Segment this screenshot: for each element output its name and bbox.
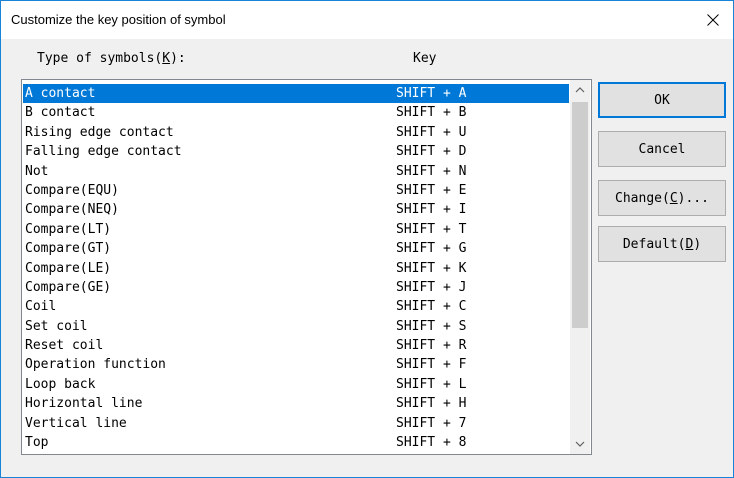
symbol-key: SHIFT + H — [396, 396, 467, 412]
symbol-key: SHIFT + G — [396, 241, 467, 257]
symbol-key: SHIFT + T — [396, 221, 467, 237]
symbol-name: Compare(EQU) — [25, 182, 119, 198]
symbol-name: A contact — [25, 86, 96, 101]
symbol-key: SHIFT + 7 — [396, 415, 467, 431]
symbol-key: SHIFT + B — [396, 105, 467, 121]
symbol-name: Compare(GE) — [25, 279, 112, 295]
list-item[interactable]: Compare(LT) SHIFT + T — [23, 220, 569, 239]
list-item[interactable]: Not SHIFT + N — [23, 162, 569, 181]
list-item[interactable]: Horizontal line SHIFT + H — [23, 394, 569, 413]
title-bar: Customize the key position of symbol — [1, 1, 733, 39]
customize-key-dialog: Customize the key position of symbol Typ… — [0, 0, 734, 478]
symbol-name: Falling edge contact — [25, 144, 182, 160]
list-item[interactable]: A contact SHIFT + A — [23, 84, 569, 104]
symbol-key-listbox[interactable]: A contact SHIFT + A B contact SHIFT + B Risi… — [21, 79, 592, 455]
list-item[interactable]: Reset coil SHIFT + R — [23, 336, 569, 355]
list-item[interactable]: Coil SHIFT + C — [23, 297, 569, 316]
symbol-key: SHIFT + I — [396, 202, 467, 218]
symbol-name: Set coil — [25, 318, 88, 334]
symbol-key: SHIFT + S — [396, 318, 467, 334]
symbol-name: Compare(LT) — [25, 221, 112, 237]
list-item[interactable]: Compare(NEQ) SHIFT + I — [23, 200, 569, 219]
symbol-name: Vertical line — [25, 415, 127, 431]
symbol-key: SHIFT + L — [396, 376, 467, 392]
list-item[interactable]: Operation function SHIFT + F — [23, 355, 569, 374]
symbol-name: Compare(NEQ) — [25, 202, 119, 218]
list-item[interactable]: Compare(GE) SHIFT + J — [23, 278, 569, 297]
symbol-key: SHIFT + A — [396, 86, 467, 101]
symbol-key: SHIFT + R — [396, 338, 467, 354]
chevron-up-icon — [575, 87, 585, 93]
symbol-name: Rising edge contact — [25, 124, 174, 140]
symbol-key: SHIFT + E — [396, 182, 467, 198]
key-column-header: Key — [413, 51, 437, 66]
symbol-name: Reset coil — [25, 338, 104, 354]
symbol-name: Horizontal line — [25, 396, 143, 412]
list-item[interactable]: Compare(EQU) SHIFT + E — [23, 181, 569, 200]
symbol-name: B contact — [25, 105, 96, 121]
symbol-name: Coil — [25, 299, 57, 315]
chevron-down-icon — [575, 441, 585, 447]
symbol-name: Operation function — [25, 357, 166, 373]
symbol-key: SHIFT + 8 — [396, 435, 467, 451]
close-icon — [707, 14, 719, 26]
list-item[interactable]: B contact SHIFT + B — [23, 103, 569, 122]
list-item[interactable]: Loop back SHIFT + L — [23, 375, 569, 394]
symbol-name: Loop back — [25, 376, 96, 392]
scroll-up-button[interactable] — [570, 80, 590, 100]
list-item[interactable]: Top SHIFT + 8 — [23, 433, 569, 452]
scrollbar-thumb[interactable] — [572, 102, 588, 328]
ok-button[interactable]: OK — [598, 82, 726, 118]
default-button[interactable]: Default(D) — [598, 226, 726, 262]
cancel-button[interactable]: Cancel — [598, 131, 726, 167]
symbol-name: Top — [25, 435, 49, 451]
scroll-down-button[interactable] — [570, 434, 590, 454]
symbol-key: SHIFT + K — [396, 260, 467, 276]
type-of-symbols-header: Type of symbols(K): — [37, 51, 186, 66]
list-item[interactable]: Vertical line SHIFT + 7 — [23, 414, 569, 433]
symbol-key: SHIFT + J — [396, 279, 467, 295]
list-item[interactable]: Compare(LE) SHIFT + K — [23, 259, 569, 278]
symbol-key: SHIFT + D — [396, 144, 467, 160]
symbol-name: Not — [25, 163, 49, 179]
symbol-name: Compare(LE) — [25, 260, 112, 276]
symbol-list: A contact SHIFT + A B contact SHIFT + B Risi… — [23, 84, 569, 452]
list-item[interactable]: Rising edge contact SHIFT + U — [23, 123, 569, 142]
symbol-key: SHIFT + C — [396, 299, 467, 315]
vertical-scrollbar[interactable] — [570, 80, 590, 454]
list-item[interactable]: Falling edge contact SHIFT + D — [23, 142, 569, 161]
close-button[interactable] — [693, 1, 733, 39]
list-item[interactable]: Compare(GT) SHIFT + G — [23, 239, 569, 258]
symbol-key: SHIFT + N — [396, 163, 467, 179]
change-button[interactable]: Change(C)... — [598, 180, 726, 216]
symbol-key: SHIFT + F — [396, 357, 467, 373]
list-item[interactable]: Set coil SHIFT + S — [23, 317, 569, 336]
symbol-name: Compare(GT) — [25, 241, 112, 257]
window-title: Customize the key position of symbol — [11, 12, 226, 27]
symbol-key: SHIFT + U — [396, 124, 467, 140]
